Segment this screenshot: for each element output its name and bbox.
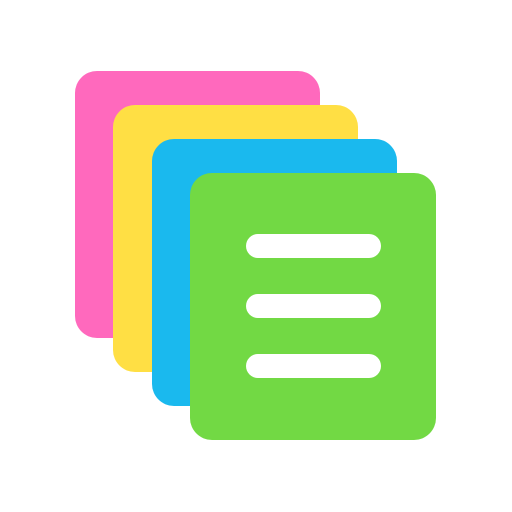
- sticky-notes-app-icon[interactable]: [0, 0, 512, 512]
- note-text-line-icon: [246, 294, 381, 318]
- green-note-card: [190, 173, 436, 440]
- note-text-line-icon: [246, 234, 381, 258]
- note-text-line-icon: [246, 354, 381, 378]
